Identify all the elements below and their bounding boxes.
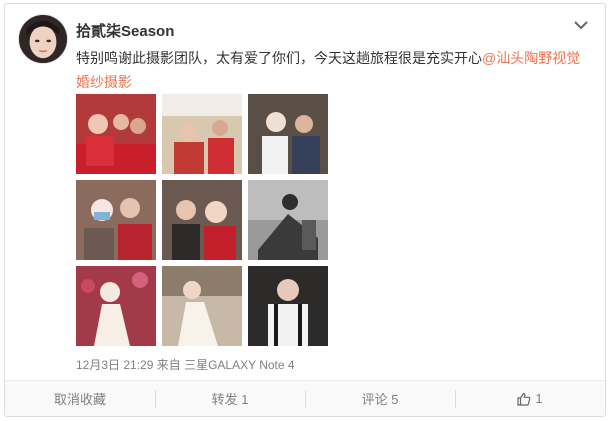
photo-thumbnail[interactable] [76,94,156,174]
avatar[interactable] [18,14,68,64]
weibo-post-card: 拾貳柒Season 特别鸣谢此摄影团队，太有爱了你们，今天这趟旅程很是充实开心@… [4,3,606,417]
post-meta: 12月3日 21:29 来自 三星GALAXY Note 4 [76,356,295,373]
like-count: 1 [535,391,543,406]
chevron-down-icon[interactable] [573,18,589,30]
post-text: 特别鸣谢此摄影团队，太有爱了你们，今天这趟旅程很是充实开心@汕头陶野视觉婚纱摄影 [76,46,592,94]
photo-thumbnail[interactable] [162,266,242,346]
photo-thumbnail[interactable] [248,266,328,346]
repost-button[interactable]: 转发 1 [155,381,305,416]
avatar-image [19,15,67,63]
comment-button[interactable]: 评论 5 [305,381,455,416]
photo-thumbnail[interactable] [162,94,242,174]
unfavorite-label: 取消收藏 [53,392,106,407]
username[interactable]: 拾貳柒Season [76,20,174,41]
unfavorite-button[interactable]: 取消收藏 [5,381,155,416]
photo-thumbnail[interactable] [248,94,328,174]
post-source: 来自 三星GALAXY Note 4 [156,358,295,372]
post-body: 特别鸣谢此摄影团队，太有爱了你们，今天这趟旅程很是充实开心 [76,50,482,66]
photo-thumbnail[interactable] [76,180,156,260]
photo-thumbnail[interactable] [162,180,242,260]
post-timestamp[interactable]: 12月3日 21:29 [76,358,153,372]
photo-grid [76,94,336,348]
comment-label: 评论 5 [361,392,399,407]
like-button[interactable]: 1 [455,381,605,416]
repost-label: 转发 1 [211,392,249,407]
action-bar: 取消收藏 转发 1 评论 5 1 [5,380,605,416]
photo-thumbnail[interactable] [248,180,328,260]
thumbs-up-icon [517,392,531,406]
photo-thumbnail[interactable] [76,266,156,346]
